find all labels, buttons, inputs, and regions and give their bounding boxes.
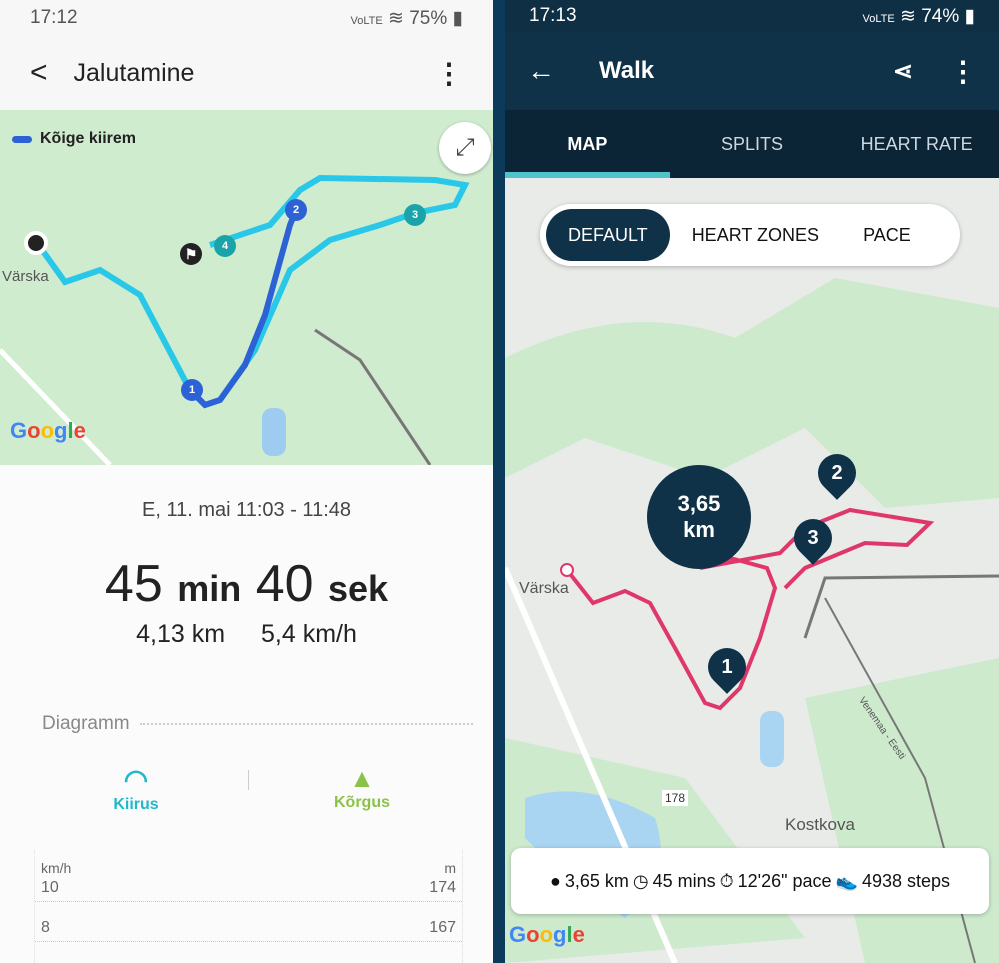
status-bar: 17:12 VoLTE ≋ 75% ▮: [0, 0, 493, 36]
map-graphics: [505, 278, 999, 963]
tab-splits[interactable]: SPLITS: [670, 110, 835, 178]
stat-steps: 4938 steps: [861, 870, 951, 891]
route-map[interactable]: DEFAULT HEART ZONES PACE 3,65 km 1 2 3 Vä…: [505, 178, 999, 963]
wifi-icon: ≋: [388, 7, 404, 29]
altitude-chart-button[interactable]: ▲ Kõrgus: [282, 763, 442, 812]
start-marker: [24, 231, 48, 255]
mode-heart-zones[interactable]: HEART ZONES: [670, 209, 841, 261]
stat-pace: 12'26" pace: [737, 870, 832, 891]
page-title: Jalutamine: [73, 58, 195, 87]
finish-flag-icon: ⚑: [180, 243, 202, 265]
map-label-town: Värska: [2, 268, 49, 285]
expand-map-button[interactable]: ⤢: [439, 122, 491, 174]
battery-icon: ▮: [964, 5, 975, 27]
google-logo: Google: [509, 922, 585, 947]
legend-label: Kõige kiirem: [40, 130, 137, 147]
map-label-village: Kostkova: [785, 815, 855, 834]
workout-stats-bar: ● 3,65 km ◷ 45 mins ⏱ 12'26" pace 👟 4938 ste…: [511, 848, 989, 914]
route-map[interactable]: Kõige kiirem ⤢ Värska 1 2 3 4 ⚑ Google: [0, 110, 493, 465]
workout-speed: 5,4 km/h: [261, 620, 357, 648]
map-label-town: Värska: [519, 580, 569, 597]
map-legend: Kõige kiirem: [12, 130, 136, 148]
mountain-icon: ▲: [349, 763, 375, 793]
map-graphics: [0, 174, 470, 465]
back-button[interactable]: ←: [527, 55, 555, 87]
battery-level: 75%: [409, 7, 448, 29]
speedometer-icon: ◠: [123, 764, 149, 795]
workout-summary: E, 11. mai 11:03 - 11:48 45 min 40 sek 4…: [0, 465, 493, 963]
workout-duration: 45 min 40 sek: [104, 555, 389, 613]
mode-pace[interactable]: PACE: [841, 209, 933, 261]
fitbit-panel: 17:13 VoLTE ≋ 74% ▮ ← Walk ⋖ ⋮ MAP SPLIT…: [505, 0, 999, 963]
status-bar: 17:13 VoLTE ≋ 74% ▮: [505, 0, 999, 32]
workout-date: E, 11. mai 11:03 - 11:48: [141, 499, 351, 521]
network-indicator: VoLTE: [350, 14, 383, 27]
tab-heart-rate[interactable]: HEART RATE: [834, 110, 999, 178]
split-marker-3: 3: [404, 204, 426, 226]
map-label-road: 178: [662, 790, 689, 806]
samsung-health-panel: 17:12 VoLTE ≋ 75% ▮ < Jalutamine ⋮ Kõige…: [0, 0, 493, 963]
tab-bar: MAP SPLITS HEART RATE: [505, 110, 999, 178]
speed-chart-button[interactable]: ◠ Kiirus: [56, 763, 216, 814]
map-mode-selector: DEFAULT HEART ZONES PACE: [540, 204, 960, 266]
app-header: ← Walk ⋖ ⋮: [505, 32, 999, 110]
status-time: 17:13: [529, 5, 577, 26]
split-marker-1: 1: [181, 379, 203, 401]
page-title: Walk: [599, 57, 655, 84]
speed-altitude-chart: km/h m 10 174 8 167: [34, 850, 463, 963]
wifi-icon: ≋: [900, 5, 916, 27]
stopwatch-icon: ⏱: [719, 870, 734, 891]
more-options-button[interactable]: ⋮: [435, 57, 463, 90]
more-options-button[interactable]: ⋮: [949, 55, 977, 88]
workout-distance: 4,13 km: [136, 620, 226, 648]
stat-distance: 3,65 km: [564, 870, 629, 891]
tab-map[interactable]: MAP: [505, 110, 670, 178]
split-marker-2: 2: [285, 199, 307, 221]
clock-icon: ◷: [632, 870, 649, 891]
diagram-section-header: Diagramm: [42, 713, 473, 735]
status-time: 17:12: [30, 7, 78, 28]
stat-duration: 45 mins: [652, 870, 716, 891]
battery-level: 74%: [921, 5, 960, 27]
battery-icon: ▮: [452, 7, 463, 29]
back-button[interactable]: <: [30, 56, 48, 90]
legend-swatch: [12, 135, 32, 143]
split-marker-4: 4: [214, 235, 236, 257]
network-indicator: VoLTE: [862, 12, 895, 25]
mode-default[interactable]: DEFAULT: [546, 209, 670, 261]
distance-bubble: 3,65 km: [647, 465, 751, 569]
shoe-icon: 👟: [835, 870, 858, 891]
app-header: < Jalutamine ⋮: [0, 36, 493, 110]
share-button[interactable]: ⋖: [893, 57, 913, 86]
location-pin-icon: ●: [549, 870, 561, 891]
google-logo: Google: [10, 418, 86, 443]
